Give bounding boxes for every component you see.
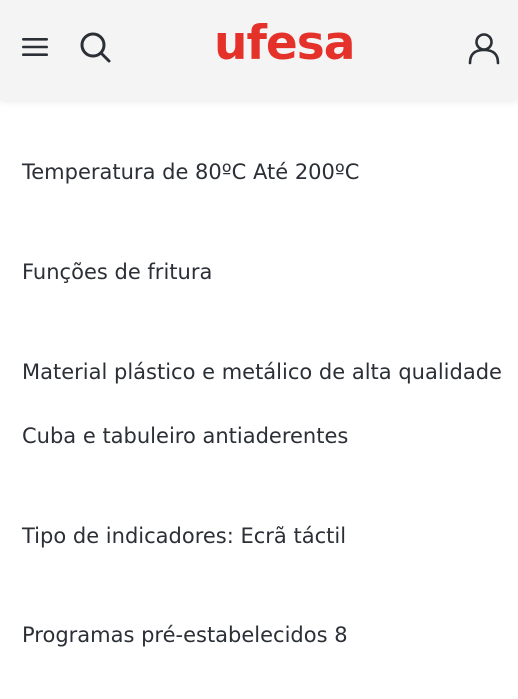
spec-value: antiaderentes [195, 424, 349, 448]
spec-value: plástico e metálico de alta qualidade [107, 360, 502, 384]
account-button[interactable] [464, 28, 504, 68]
search-icon [80, 32, 111, 63]
spec-value: 8 [327, 623, 348, 647]
spec-label: Material [22, 360, 108, 384]
spec-value: de fritura [107, 260, 213, 284]
spec-item-bowl-tray: Cuba e tabuleiro antiaderentes [22, 422, 348, 450]
spec-item-temperature: Temperatura de 80ºC Até 200ºC [22, 158, 359, 186]
spec-item-programs: Programas pré-estabelecidos 8 [22, 621, 348, 649]
spec-label: Tipo de indicadores: [22, 524, 234, 548]
ufesa-logo[interactable]: ufesa [214, 20, 355, 67]
spec-label: Cuba e tabuleiro [22, 424, 196, 448]
spec-label: Funções [22, 260, 108, 284]
top-header: ufesa [0, 0, 518, 100]
spec-item-functions: Funções de fritura [22, 258, 212, 286]
hamburger-menu-icon [22, 38, 48, 56]
spec-item-material: Material plástico e metálico de alta qua… [22, 358, 502, 386]
search-button[interactable] [76, 28, 114, 66]
spec-label: Temperatura [22, 160, 156, 184]
spec-value: de 80ºC Até 200ºC [155, 160, 360, 184]
spec-label: Programas pré-estabelecidos [22, 623, 328, 647]
menu-button[interactable] [16, 28, 54, 66]
spec-item-indicators: Tipo de indicadores: Ecrã táctil [22, 522, 346, 550]
user-account-icon [468, 33, 500, 65]
spec-value: Ecrã táctil [233, 524, 347, 548]
